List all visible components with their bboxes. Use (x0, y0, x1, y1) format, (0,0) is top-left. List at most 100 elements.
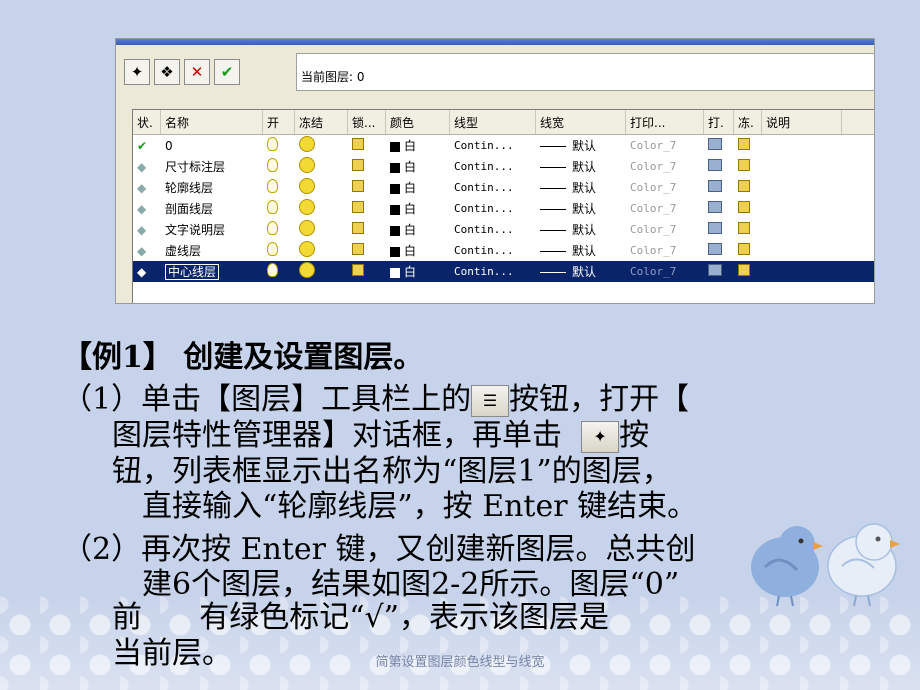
col-header-lock[interactable]: 锁... (348, 110, 386, 134)
color-swatch[interactable] (390, 141, 400, 152)
layer-linetype[interactable]: Contin... (450, 160, 536, 173)
layer-color: 白 (404, 223, 417, 237)
sun-icon[interactable] (299, 157, 315, 173)
layer-row-selected[interactable]: ◆ 中心线层 白 Contin... 默认 Color_7 (133, 261, 874, 282)
new-vp-layer-button[interactable]: ❖ (154, 59, 180, 85)
bulb-icon[interactable] (267, 158, 278, 172)
vp-freeze-icon[interactable] (738, 159, 750, 171)
printer-icon[interactable] (708, 159, 722, 171)
layer-lineweight[interactable]: 默认 (572, 202, 596, 216)
layer-row[interactable]: ◆ 虚线层 白 Contin... 默认 Color_7 (133, 240, 874, 261)
layer-state-icon: ◆ (137, 159, 147, 174)
col-header-color[interactable]: 颜色 (386, 110, 450, 134)
layer-lineweight[interactable]: 默认 (572, 244, 596, 258)
sun-icon[interactable] (299, 136, 315, 152)
layer-linetype[interactable]: Contin... (450, 223, 536, 236)
printer-icon[interactable] (708, 222, 722, 234)
sun-icon[interactable] (299, 178, 315, 194)
lock-icon[interactable] (352, 264, 364, 276)
layer-lineweight[interactable]: 默认 (572, 139, 596, 153)
layer-name: 文字说明层 (165, 223, 226, 237)
sun-icon[interactable] (299, 199, 315, 215)
vp-freeze-icon[interactable] (738, 138, 750, 150)
layers-icon: ❖ (160, 63, 174, 81)
color-swatch[interactable] (390, 162, 400, 173)
sun-icon[interactable] (299, 220, 315, 236)
vp-freeze-icon[interactable] (738, 264, 750, 276)
layer-row[interactable]: ✔ 0 白 Contin... 默认 Color_7 (133, 135, 874, 156)
delete-layer-button[interactable]: ✕ (184, 59, 210, 85)
sun-icon[interactable] (299, 262, 315, 278)
printer-icon[interactable] (708, 264, 722, 276)
layer-row[interactable]: ◆ 轮廓线层 白 Contin... 默认 Color_7 (133, 177, 874, 198)
layer-plotstyle: Color_7 (630, 265, 677, 278)
bulb-icon[interactable] (267, 200, 278, 214)
layer-row[interactable]: ◆ 剖面线层 白 Contin... 默认 Color_7 (133, 198, 874, 219)
lineweight-line (540, 146, 566, 147)
layer-name: 轮廓线层 (165, 181, 214, 195)
bulb-icon[interactable] (267, 179, 278, 193)
color-swatch[interactable] (390, 204, 400, 215)
new-layer-icon: ✦ (130, 63, 144, 81)
vp-freeze-icon[interactable] (738, 201, 750, 213)
layer-row[interactable]: ◆ 文字说明层 白 Contin... 默认 Color_7 (133, 219, 874, 240)
layer-color: 白 (404, 139, 417, 153)
layer-row[interactable]: ◆ 尺寸标注层 白 Contin... 默认 Color_7 (133, 156, 874, 177)
layer-list-header: 状. 名称 开 冻结 锁... 颜色 线型 线宽 打印... 打. 冻. 说明 (133, 110, 874, 135)
layer-color: 白 (404, 181, 417, 195)
layer-name-edit[interactable]: 中心线层 (165, 264, 220, 280)
set-current-button[interactable]: ✔ (214, 59, 240, 85)
col-header-vpfreeze[interactable]: 冻. (734, 110, 762, 134)
layer-plotstyle: Color_7 (630, 223, 677, 236)
color-swatch[interactable] (390, 225, 400, 236)
col-header-plot[interactable]: 打. (704, 110, 734, 134)
bulb-icon[interactable] (267, 137, 278, 151)
layer-linetype[interactable]: Contin... (450, 139, 536, 152)
col-header-lineweight[interactable]: 线宽 (536, 110, 626, 134)
col-header-status[interactable]: 状. (133, 110, 161, 134)
vp-freeze-icon[interactable] (738, 180, 750, 192)
lock-icon[interactable] (352, 201, 364, 213)
lock-icon[interactable] (352, 138, 364, 150)
lineweight-line (540, 251, 566, 252)
layer-lineweight[interactable]: 默认 (572, 181, 596, 195)
lock-icon[interactable] (352, 222, 364, 234)
printer-icon[interactable] (708, 138, 722, 150)
col-header-description[interactable]: 说明 (762, 110, 842, 134)
col-header-name[interactable]: 名称 (161, 110, 263, 134)
col-header-on[interactable]: 开 (263, 110, 295, 134)
vp-freeze-icon[interactable] (738, 222, 750, 234)
layer-lineweight[interactable]: 默认 (572, 223, 596, 237)
new-layer-button[interactable]: ✦ (124, 59, 150, 85)
printer-icon[interactable] (708, 201, 722, 213)
layer-linetype[interactable]: Contin... (450, 244, 536, 257)
layer-lineweight[interactable]: 默认 (572, 160, 596, 174)
layer-linetype[interactable]: Contin... (450, 202, 536, 215)
bulb-icon[interactable] (267, 263, 278, 277)
layer-color: 白 (404, 160, 417, 174)
lock-icon[interactable] (352, 180, 364, 192)
sun-icon[interactable] (299, 241, 315, 257)
layer-toolbar: ✦ ❖ ✕ ✔ (124, 59, 240, 85)
vp-freeze-icon[interactable] (738, 243, 750, 255)
printer-icon[interactable] (708, 180, 722, 192)
col-header-freeze[interactable]: 冻结 (295, 110, 348, 134)
layer-plotstyle: Color_7 (630, 244, 677, 257)
col-header-plotstyle[interactable]: 打印... (626, 110, 704, 134)
layer-properties-manager: ✦ ❖ ✕ ✔ 当前图层: 0 状. 名称 开 冻结 锁... 颜色 线型 线宽… (115, 38, 875, 304)
bulb-icon[interactable] (267, 221, 278, 235)
layer-linetype[interactable]: Contin... (450, 181, 536, 194)
layer-linetype[interactable]: Contin... (450, 265, 536, 278)
example-heading: 【例1】 创建及设置图层。 (62, 340, 424, 375)
lock-icon[interactable] (352, 159, 364, 171)
layer-color: 白 (404, 265, 417, 279)
layer-lineweight[interactable]: 默认 (572, 265, 596, 279)
printer-icon[interactable] (708, 243, 722, 255)
col-header-linetype[interactable]: 线型 (450, 110, 536, 134)
color-swatch[interactable] (390, 183, 400, 194)
bulb-icon[interactable] (267, 242, 278, 256)
lock-icon[interactable] (352, 243, 364, 255)
color-swatch[interactable] (390, 246, 400, 257)
color-swatch[interactable] (390, 267, 400, 278)
lineweight-line (540, 272, 566, 273)
